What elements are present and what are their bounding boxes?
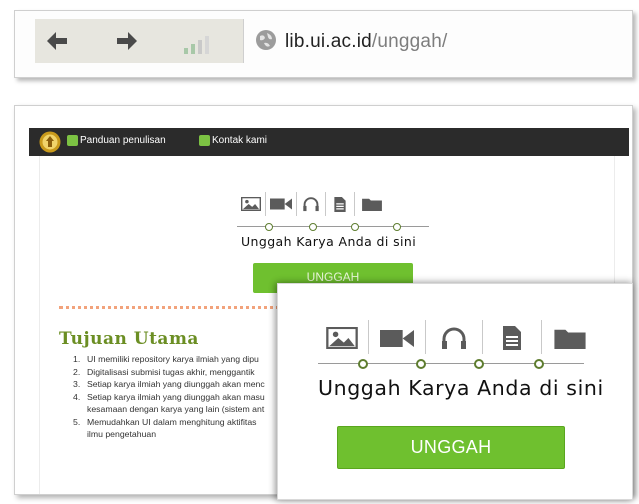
nav-link-kontak[interactable]: Kontak kami	[199, 135, 267, 146]
video-icon	[266, 192, 296, 216]
timeline-dot	[309, 223, 317, 231]
back-arrow-icon[interactable]	[45, 31, 69, 51]
timeline-dot	[351, 223, 359, 231]
folder-icon	[542, 322, 598, 354]
folder-icon	[355, 192, 389, 216]
browser-toolbar: lib.ui.ac.id/unggah/	[14, 10, 633, 78]
list-item: 4. Setiap karya ilmiah yang diunggah akan…	[73, 391, 265, 402]
globe-icon	[255, 29, 277, 51]
nav-link-panduan[interactable]: Panduan penulisan	[67, 135, 166, 146]
zoomed-upload-panel: Unggah Karya Anda di sini UNGGAH	[277, 283, 633, 500]
list-item: 3. Setiap karya ilmiah yang diunggah akan…	[73, 379, 265, 389]
contact-icon	[199, 135, 210, 146]
image-icon	[237, 192, 265, 216]
document-icon	[483, 322, 541, 354]
timeline-dot	[393, 223, 401, 231]
upload-timeline-zoomed	[318, 359, 584, 369]
timeline-dot	[416, 359, 426, 369]
upload-timeline	[237, 222, 429, 232]
list-item-continuation: ilmu pengetahuan	[87, 429, 157, 439]
list-item-continuation: kesamaan dengan karya yang lain (sistem …	[87, 404, 265, 414]
toolbar-divider	[243, 19, 244, 63]
upload-caption-zoomed: Unggah Karya Anda di sini	[318, 376, 604, 400]
video-icon	[369, 322, 425, 354]
nav-link-label: Kontak kami	[212, 135, 268, 146]
audio-icon	[426, 322, 482, 354]
timeline-dot	[534, 359, 544, 369]
signal-bars-icon	[183, 35, 209, 55]
goal-list: 1. UI memiliki repository karya ilmiah ya…	[73, 353, 295, 441]
audio-icon	[297, 192, 325, 216]
timeline-dot	[358, 359, 368, 369]
url-host: lib.ui.ac.id	[285, 31, 372, 52]
list-item: 2. Digitalisasi submisi tugas akhir, meng…	[73, 366, 255, 377]
document-icon	[326, 192, 354, 216]
address-bar[interactable]: lib.ui.ac.id/unggah/	[285, 31, 447, 53]
upload-caption: Unggah Karya Anda di sini	[241, 234, 417, 249]
timeline-dot	[265, 223, 273, 231]
guide-icon	[67, 135, 78, 146]
navigation-buttons	[35, 19, 243, 63]
media-type-icons-zoomed	[316, 320, 598, 354]
image-icon	[316, 322, 368, 354]
forward-arrow-icon[interactable]	[115, 31, 139, 51]
section-title: Tujuan Utama	[59, 329, 199, 349]
url-path: /unggah/	[371, 31, 448, 52]
ui-logo-icon[interactable]	[39, 131, 61, 153]
nav-link-label: Panduan penulisan	[80, 135, 166, 146]
list-item: 5. Memudahkan UI dalam menghitung aktifit…	[73, 416, 257, 427]
dotted-divider	[59, 306, 299, 309]
timeline-dot	[474, 359, 484, 369]
media-type-icons	[237, 192, 389, 216]
top-navigation-bar: Panduan penulisan Kontak kami	[29, 128, 629, 156]
upload-button[interactable]: UNGGAH	[337, 426, 565, 469]
list-item: 1. UI memiliki repository karya ilmiah ya…	[73, 354, 259, 364]
